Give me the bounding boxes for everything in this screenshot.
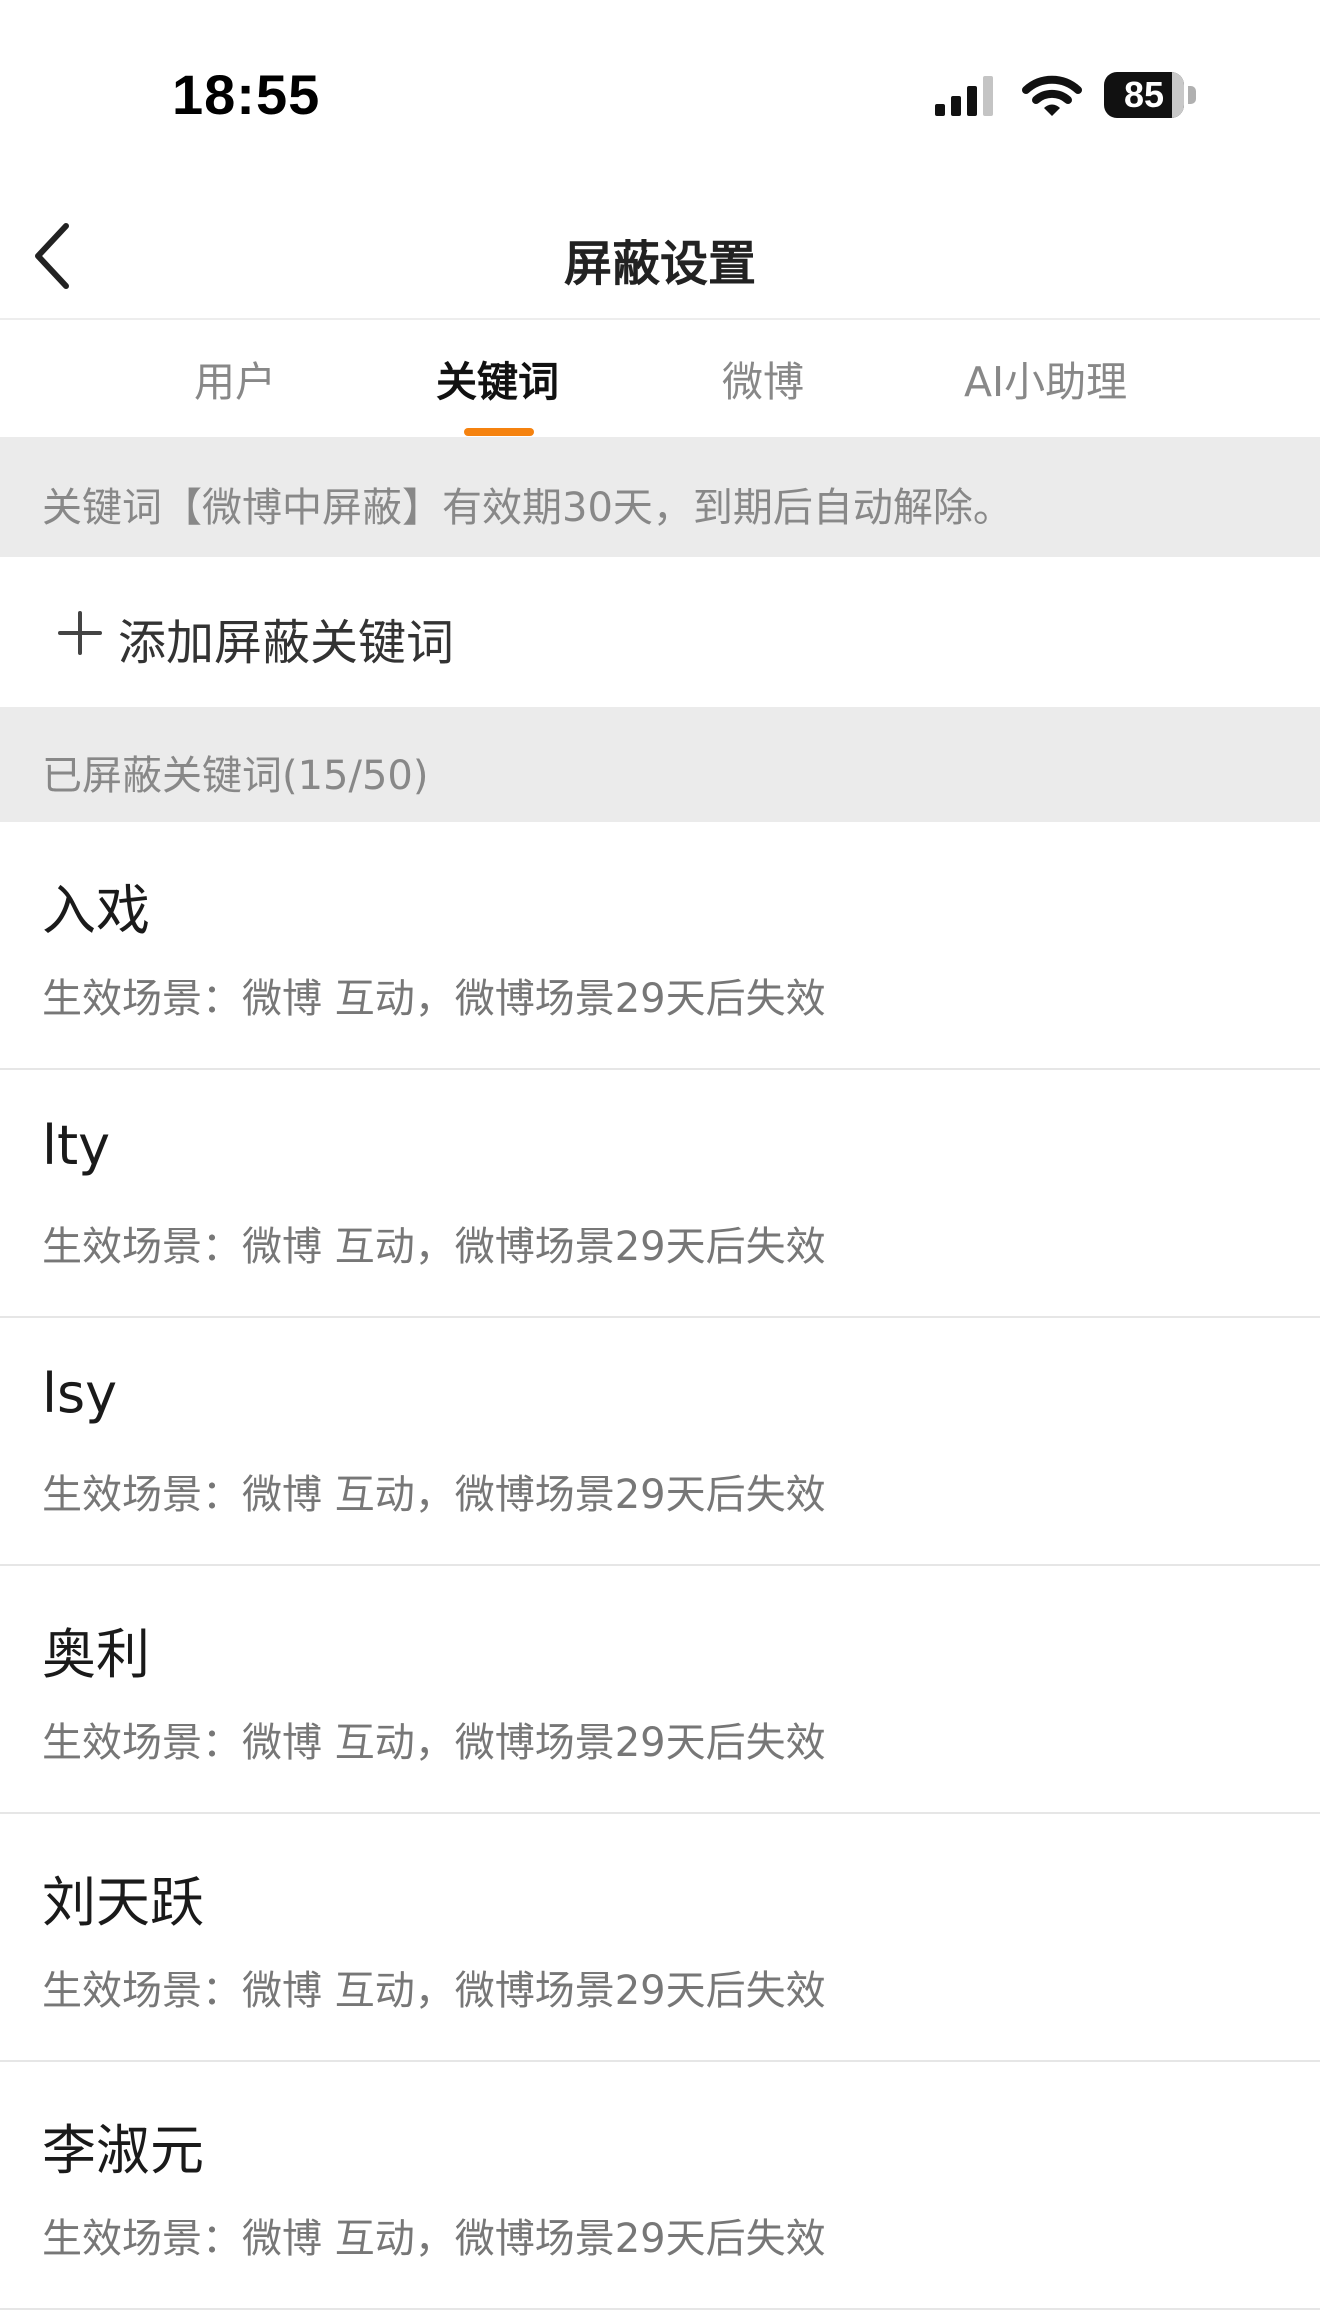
keyword-name: 入戏 bbox=[42, 879, 150, 942]
keyword-scope: 生效场景：微博 互动，微博场景29天后失效 bbox=[42, 976, 826, 1022]
active-tab-indicator bbox=[464, 428, 534, 436]
wifi-icon bbox=[1022, 75, 1082, 116]
tab-bar: 用户 关键词 微博 AI小助理 bbox=[0, 320, 1320, 436]
add-keyword-label: 添加屏蔽关键词 bbox=[118, 615, 455, 671]
keyword-item[interactable]: 入戏 生效场景：微博 互动，微博场景29天后失效 bbox=[0, 822, 1320, 1070]
keyword-scope: 生效场景：微博 互动，微博场景29天后失效 bbox=[42, 1968, 826, 2014]
section-header: 已屏蔽关键词(15/50) bbox=[0, 707, 1320, 822]
keyword-item[interactable]: lty 生效场景：微博 互动，微博场景29天后失效 bbox=[0, 1070, 1320, 1318]
plus-icon bbox=[58, 611, 102, 655]
page-title: 屏蔽设置 bbox=[563, 236, 756, 292]
notice-banner: 关键词【微博中屏蔽】有效期30天，到期后自动解除。 bbox=[0, 437, 1320, 557]
keyword-name: 刘天跃 bbox=[42, 1871, 204, 1934]
keyword-scope: 生效场景：微博 互动，微博场景29天后失效 bbox=[42, 1472, 826, 1518]
battery-level: 85 bbox=[1123, 74, 1165, 115]
tab-weibo[interactable]: 微博 bbox=[722, 348, 804, 408]
status-time: 18:55 bbox=[172, 63, 321, 126]
keyword-item[interactable]: lsy 生效场景：微博 互动，微博场景29天后失效 bbox=[0, 1318, 1320, 1566]
keyword-item[interactable]: 奥利 生效场景：微博 互动，微博场景29天后失效 bbox=[0, 1566, 1320, 1814]
keyword-scope: 生效场景：微博 互动，微博场景29天后失效 bbox=[42, 2216, 826, 2262]
tab-users[interactable]: 用户 bbox=[194, 348, 276, 408]
keyword-name: lty bbox=[42, 1114, 111, 1177]
add-keyword-button[interactable]: 添加屏蔽关键词 bbox=[0, 557, 1320, 707]
cellular-signal-icon bbox=[935, 76, 993, 116]
notice-text: 关键词【微博中屏蔽】有效期30天，到期后自动解除。 bbox=[42, 485, 1013, 531]
keyword-scope: 生效场景：微博 互动，微博场景29天后失效 bbox=[42, 1224, 826, 1270]
tab-keywords[interactable]: 关键词 bbox=[436, 348, 559, 408]
keyword-name: lsy bbox=[42, 1362, 118, 1425]
keyword-item[interactable]: 刘天跃 生效场景：微博 互动，微博场景29天后失效 bbox=[0, 1814, 1320, 2062]
keyword-name: 奥利 bbox=[42, 1623, 150, 1686]
keyword-list: 入戏 生效场景：微博 互动，微博场景29天后失效 lty 生效场景：微博 互动，… bbox=[0, 822, 1320, 2310]
status-bar: 18:55 85 bbox=[0, 0, 1320, 170]
keyword-name: 李淑元 bbox=[42, 2119, 204, 2182]
battery-icon: 85 bbox=[1104, 72, 1196, 118]
section-title: 已屏蔽关键词(15/50) bbox=[42, 753, 429, 799]
keyword-scope: 生效场景：微博 互动，微博场景29天后失效 bbox=[42, 1720, 826, 1766]
keyword-item[interactable]: 李淑元 生效场景：微博 互动，微博场景29天后失效 bbox=[0, 2062, 1320, 2310]
navigation-bar: 屏蔽设置 bbox=[0, 180, 1320, 320]
tab-ai-assistant[interactable]: AI小助理 bbox=[964, 348, 1127, 408]
